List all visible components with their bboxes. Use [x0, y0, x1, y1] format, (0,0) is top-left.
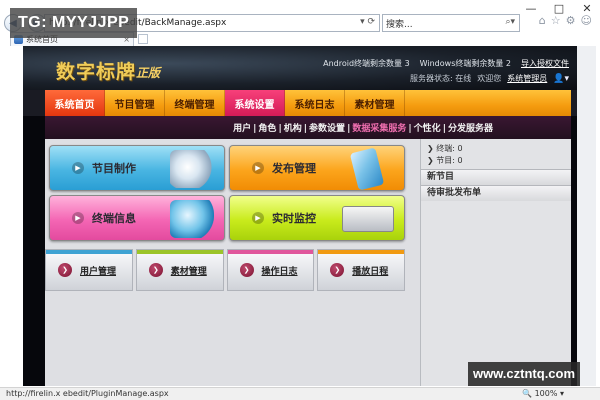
arrow-icon: ❯: [58, 263, 72, 277]
browser-status-bar: http://firelin.x ebedit/PluginManage.asp…: [0, 387, 600, 400]
settings-gear-icon[interactable]: ⚙: [566, 14, 576, 27]
nav-material-management[interactable]: 素材管理: [345, 90, 405, 116]
search-placeholder: 搜索...: [386, 19, 413, 30]
globe-icon: [170, 200, 214, 238]
quick-link-user-management[interactable]: ❯ 用户管理: [45, 249, 133, 291]
nav-terminal-management[interactable]: 终端管理: [165, 90, 225, 116]
disc-icon: [170, 150, 214, 188]
welcome-text: 欢迎您: [477, 74, 502, 83]
license-info: Android终端剩余数量 3 Windows终端剩余数量 2 导入授权文件: [323, 58, 569, 69]
refresh-icon[interactable]: ▾ ⟳: [360, 17, 375, 27]
tile-label: 发布管理: [272, 162, 316, 175]
side-stats: ❯ 终端: 0 ❯ 节目: 0: [421, 139, 571, 169]
tile-label: 节目制作: [92, 162, 136, 175]
search-input[interactable]: 搜索... ⌕▾: [382, 14, 520, 32]
zoom-control[interactable]: 🔍 100% ▾: [522, 388, 564, 400]
quick-link-label: 操作日志: [261, 266, 298, 277]
server-status: 服务器状态: 在线: [410, 74, 472, 83]
sub-nav-parameters[interactable]: 参数设置: [309, 124, 345, 134]
terminal-count: ❯ 终端: 0: [427, 144, 463, 153]
android-license-count: Android终端剩余数量 3: [323, 59, 410, 68]
sub-nav: 用户 | 角色 | 机构 | 参数设置 | 数据采集服务 | 个性化 | 分发服务器: [233, 124, 493, 134]
arrow-icon: ▶: [72, 162, 84, 174]
watermark-top-left: TG: MYYJJPP: [10, 8, 138, 38]
new-tab-button[interactable]: [138, 34, 148, 44]
import-license-link[interactable]: 导入授权文件: [521, 58, 569, 69]
sub-nav-users[interactable]: 用户: [233, 124, 251, 134]
watermark-bottom-right: www.cztntq.com: [468, 362, 580, 386]
browser-toolbar: ⌂ ☆ ⚙ ☺: [539, 14, 592, 27]
content-area: ▶ 节目制作 ▶ 发布管理 ▶ 终端信息 ▶ 实时监控 ❯ 用户管理 ❯ 素材管…: [45, 139, 571, 386]
main-panel: ▶ 节目制作 ▶ 发布管理 ▶ 终端信息 ▶ 实时监控 ❯ 用户管理 ❯ 素材管…: [45, 139, 420, 386]
quick-link-label: 素材管理: [170, 266, 207, 277]
sub-nav-organizations[interactable]: 机构: [284, 124, 302, 134]
nav-system-settings[interactable]: 系统设置: [225, 90, 285, 116]
arrow-icon: ▶: [72, 212, 84, 224]
sub-nav-bar: 用户 | 角色 | 机构 | 参数设置 | 数据采集服务 | 个性化 | 分发服务器: [45, 116, 571, 139]
feedback-smiley-icon[interactable]: ☺: [581, 14, 592, 27]
monitor-icon: [342, 206, 394, 232]
tile-realtime-monitor[interactable]: ▶ 实时监控: [229, 195, 405, 241]
arrow-icon: ❯: [239, 263, 254, 277]
tile-label: 实时监控: [272, 212, 316, 225]
quick-link-play-schedule[interactable]: ❯ 播放日程: [317, 249, 405, 291]
quick-links: ❯ 用户管理 ❯ 素材管理 ❯ 操作日志 ❯ 播放日程: [45, 249, 405, 291]
tile-terminal-info[interactable]: ▶ 终端信息: [49, 195, 225, 241]
arrow-icon: ❯: [148, 263, 163, 277]
windows-license-count: Windows终端剩余数量 2: [419, 59, 511, 68]
quick-link-material-management[interactable]: ❯ 素材管理: [135, 249, 224, 291]
session-info: 服务器状态: 在线 欢迎您 系统管理员 👤▾: [410, 73, 569, 84]
status-url: http://firelin.x ebedit/PluginManage.asp…: [6, 389, 169, 398]
home-icon[interactable]: ⌂: [539, 14, 546, 27]
arrow-icon: ❯: [330, 263, 345, 277]
nav-system-log[interactable]: 系统日志: [285, 90, 345, 116]
site-header: 数字标牌 正版 Android终端剩余数量 3 Windows终端剩余数量 2 …: [23, 46, 577, 90]
sub-nav-roles[interactable]: 角色: [258, 124, 276, 134]
page-viewport: 数字标牌 正版 Android终端剩余数量 3 Windows终端剩余数量 2 …: [23, 46, 577, 386]
favorites-icon[interactable]: ☆: [551, 14, 561, 27]
search-icon[interactable]: ⌕▾: [505, 17, 515, 27]
tile-program-creation[interactable]: ▶ 节目制作: [49, 145, 225, 191]
nav-program-management[interactable]: 节目管理: [105, 90, 165, 116]
page-scrollbar[interactable]: [577, 46, 596, 386]
program-count: ❯ 节目: 0: [427, 156, 463, 165]
quick-link-label: 用户管理: [80, 266, 117, 277]
color-bar: [227, 250, 314, 254]
side-pending-publish[interactable]: 待审批发布单: [421, 185, 571, 201]
main-nav: 系统首页 节目管理 终端管理 系统设置 系统日志 素材管理: [45, 90, 571, 116]
color-bar: [46, 250, 132, 254]
device-icon: [349, 147, 385, 191]
color-bar: [318, 250, 404, 254]
arrow-icon: ▶: [252, 212, 264, 224]
user-menu-icon[interactable]: 👤▾: [553, 74, 569, 84]
quick-link-label: 播放日程: [352, 266, 389, 277]
current-user-link[interactable]: 系统管理员: [507, 73, 547, 84]
nav-home[interactable]: 系统首页: [45, 90, 105, 116]
tile-label: 终端信息: [92, 212, 136, 225]
sub-nav-data-collection[interactable]: 数据采集服务: [352, 124, 406, 134]
site-logo: 数字标牌: [56, 61, 137, 83]
logo-version: 正版: [136, 66, 161, 80]
sub-nav-personalization[interactable]: 个性化: [414, 124, 441, 134]
quick-link-operation-log[interactable]: ❯ 操作日志: [226, 249, 315, 291]
side-new-program[interactable]: 新节目: [421, 169, 571, 185]
sub-nav-distribution-server[interactable]: 分发服务器: [448, 124, 493, 134]
main-nav-bar: 系统首页 节目管理 终端管理 系统设置 系统日志 素材管理: [23, 90, 577, 116]
arrow-icon: ▶: [252, 162, 264, 174]
side-panel: ❯ 终端: 0 ❯ 节目: 0 新节目 待审批发布单: [420, 139, 571, 386]
color-bar: [136, 250, 223, 254]
tile-publish-management[interactable]: ▶ 发布管理: [229, 145, 405, 191]
